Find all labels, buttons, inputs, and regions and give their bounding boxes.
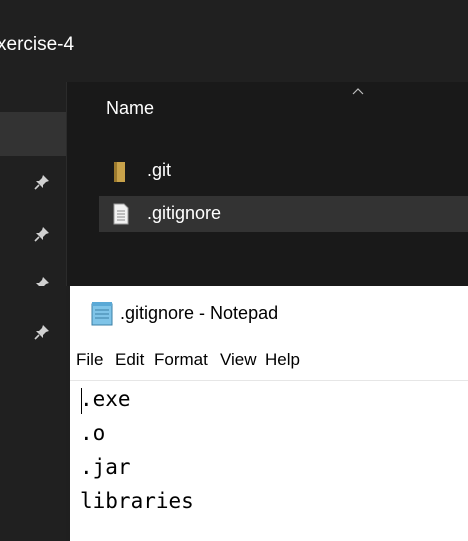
notepad-title: .gitignore - Notepad bbox=[120, 303, 279, 323]
text-line: .o bbox=[80, 421, 106, 445]
file-name: .git bbox=[147, 160, 172, 180]
folder-icon bbox=[114, 162, 125, 182]
text-line: .jar bbox=[80, 455, 131, 479]
explorer-titlebar[interactable]: xercise-4 bbox=[0, 0, 468, 82]
menu-format[interactable]: Format bbox=[154, 350, 208, 370]
desktop: xercise-4 Name .git .gitignore .gitignor… bbox=[0, 0, 468, 541]
navigation-pane[interactable] bbox=[0, 82, 67, 292]
pin-icon[interactable] bbox=[34, 324, 50, 340]
explorer-window-title: xercise-4 bbox=[0, 34, 75, 55]
column-header-name[interactable]: Name bbox=[106, 98, 154, 119]
menu-edit[interactable]: Edit bbox=[115, 350, 144, 370]
notepad-window: .gitignore - Notepad File Edit Format Vi… bbox=[70, 286, 468, 541]
menu-view[interactable]: View bbox=[220, 350, 257, 370]
menu-file[interactable]: File bbox=[76, 350, 103, 370]
file-row-gitignore[interactable]: .gitignore bbox=[99, 196, 468, 232]
text-file-icon bbox=[113, 203, 129, 225]
notepad-titlebar[interactable]: .gitignore - Notepad bbox=[70, 286, 468, 342]
pin-icon[interactable] bbox=[34, 174, 50, 190]
nav-selected-item[interactable] bbox=[0, 112, 66, 156]
notepad-menubar: File Edit Format View Help bbox=[70, 342, 468, 380]
text-line: libraries bbox=[80, 489, 194, 513]
file-row-git[interactable]: .git bbox=[99, 153, 468, 189]
notepad-icon bbox=[91, 302, 113, 326]
sort-ascending-chevron-icon[interactable] bbox=[351, 86, 365, 96]
text-line: .exe bbox=[80, 387, 131, 411]
pin-icon[interactable] bbox=[34, 226, 50, 242]
file-name: .gitignore bbox=[147, 203, 222, 223]
navigation-pane-lower bbox=[0, 286, 66, 541]
notepad-text-area[interactable]: .exe .o .jar libraries bbox=[70, 380, 468, 541]
menu-help[interactable]: Help bbox=[265, 350, 300, 370]
